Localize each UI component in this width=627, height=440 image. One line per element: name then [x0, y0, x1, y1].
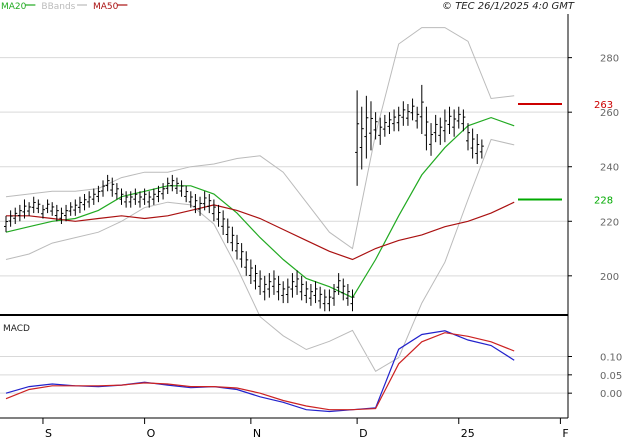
- price-y-tick-label-220: 220: [600, 217, 619, 228]
- macd-y-tick-label-0.00: 0.00: [600, 389, 622, 400]
- x-tick-label-O: O: [147, 427, 156, 440]
- price-y-ticks: 200 220 240 260 280: [568, 54, 619, 283]
- price-panel: 263228 200220240260280: [0, 14, 619, 372]
- stock-chart: MA20 BBands MA50 © TEC 26/1/2025 4:0 GMT 2…: [0, 1, 622, 440]
- legend-label-ma50: MA50: [93, 2, 119, 12]
- macd-series: [5, 330, 515, 413]
- price-plot-area: [0, 14, 568, 314]
- macd-line-macd: [5, 330, 515, 413]
- x-tick-label-D: D: [359, 427, 367, 440]
- price-y-tick-label-280: 280: [600, 54, 619, 65]
- x-tick-label-S: S: [45, 427, 52, 440]
- x-tick-label-N: N: [253, 427, 261, 440]
- legend-label-bbands: BBands: [41, 2, 75, 12]
- copyright-text: © TEC 26/1/2025 4:0 GMT: [442, 1, 575, 12]
- price-y-tick-label-200: 200: [600, 272, 619, 283]
- x-axis: S O N D 25 F: [42, 418, 569, 440]
- macd-grid: [0, 356, 568, 394]
- x-tick-label-F: F: [562, 427, 568, 440]
- macd-y-tick-label-0.10: 0.10: [600, 353, 622, 364]
- level-label-228: 228: [594, 195, 613, 206]
- legend-label-ma20: MA20: [1, 2, 27, 12]
- top-legend: MA20 BBands MA50: [1, 2, 128, 12]
- macd-line-signal: [5, 332, 515, 411]
- price-y-tick-label-260: 260: [600, 108, 619, 119]
- macd-y-tick-label-0.05: 0.05: [600, 371, 622, 382]
- macd-panel: MACD 0.10 0.05 0.00: [0, 324, 622, 413]
- macd-y-ticks: 0.10 0.05 0.00: [568, 353, 622, 400]
- price-y-tick-label-240: 240: [600, 163, 619, 174]
- macd-title: MACD: [3, 324, 30, 334]
- x-tick-label-25: 25: [461, 427, 475, 440]
